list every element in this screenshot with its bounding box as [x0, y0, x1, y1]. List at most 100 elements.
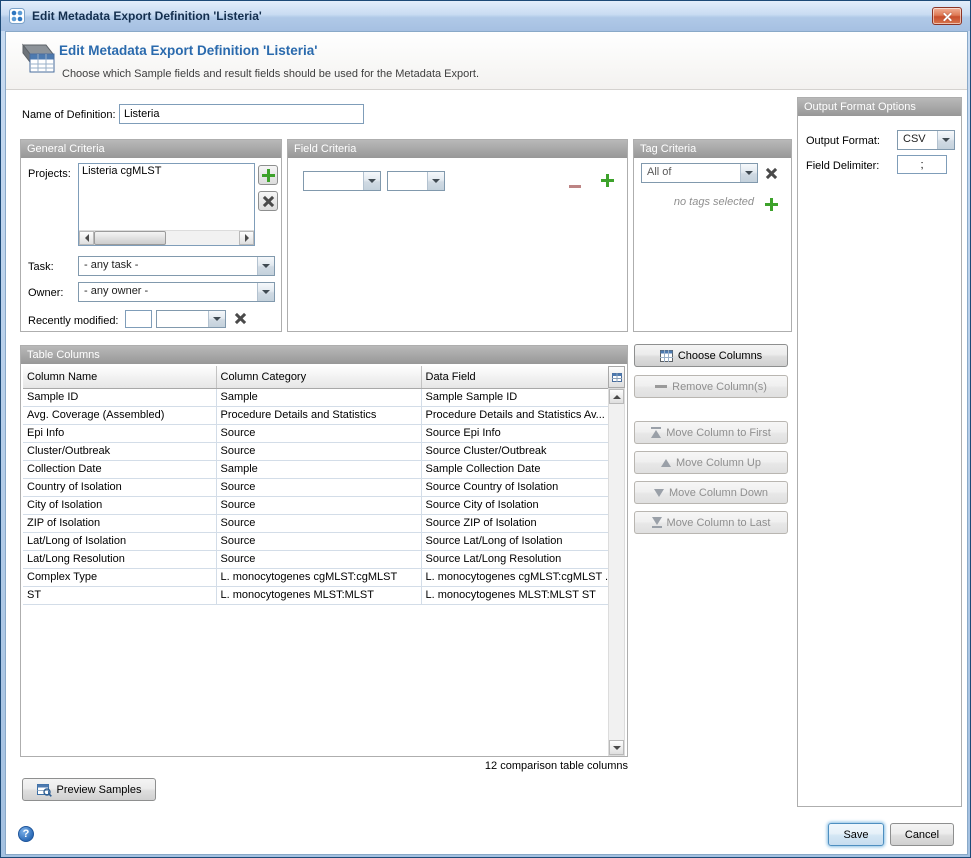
- table-cell: Epi Info: [23, 424, 216, 442]
- close-button[interactable]: [932, 7, 962, 25]
- owner-label: Owner:: [28, 287, 63, 299]
- table-cell: Source City of Isolation: [421, 496, 608, 514]
- table-cell: Collection Date: [23, 460, 216, 478]
- tag-criteria-title: Tag Criteria: [634, 140, 791, 158]
- table-cell: Source Lat/Long of Isolation: [421, 532, 608, 550]
- definition-name-input[interactable]: [119, 104, 364, 124]
- task-label: Task:: [28, 261, 54, 273]
- choose-columns-button[interactable]: Choose Columns: [634, 344, 788, 367]
- table-cell: Source Lat/Long Resolution: [421, 550, 608, 568]
- projects-list[interactable]: Listeria cgMLST: [78, 163, 255, 246]
- output-format-label: Output Format:: [806, 135, 880, 147]
- clear-recently-modified-button[interactable]: [234, 312, 247, 328]
- scroll-right-button[interactable]: [239, 231, 254, 245]
- recently-modified-input[interactable]: [125, 310, 152, 328]
- clear-projects-button[interactable]: [258, 191, 278, 211]
- table-cell: Country of Isolation: [23, 478, 216, 496]
- table-row[interactable]: ZIP of IsolationSourceSource ZIP of Isol…: [23, 514, 608, 532]
- arrow-down-icon: [654, 489, 664, 497]
- preview-icon: [37, 783, 52, 797]
- table-row[interactable]: Country of IsolationSourceSource Country…: [23, 478, 608, 496]
- metadata-export-icon: [17, 40, 57, 81]
- table-cell: Source: [216, 424, 421, 442]
- move-column-first-label: Move Column to First: [666, 427, 771, 439]
- project-list-item[interactable]: Listeria cgMLST: [79, 164, 254, 178]
- tag-mode-dropdown[interactable]: All of: [641, 163, 758, 183]
- table-columns-group: Table Columns Column Name Column Categor…: [20, 345, 628, 757]
- scroll-left-button[interactable]: [79, 231, 94, 245]
- table-row[interactable]: Cluster/OutbreakSourceSource Cluster/Out…: [23, 442, 608, 460]
- field-criteria-operator-dropdown[interactable]: [387, 171, 445, 191]
- table-row[interactable]: Complex TypeL. monocytogenes cgMLST:cgML…: [23, 568, 608, 586]
- table-cell: Sample Sample ID: [421, 388, 608, 406]
- table-cell: Source: [216, 496, 421, 514]
- table-cell: Cluster/Outbreak: [23, 442, 216, 460]
- add-project-button[interactable]: [258, 165, 278, 185]
- move-column-down-label: Move Column Down: [669, 487, 768, 499]
- owner-dropdown[interactable]: - any owner -: [78, 282, 275, 302]
- remove-columns-button[interactable]: Remove Column(s): [634, 375, 788, 398]
- scroll-down-button[interactable]: [609, 740, 624, 755]
- remove-field-criterion-button[interactable]: [569, 179, 581, 191]
- column-header-datafield[interactable]: Data Field: [421, 366, 608, 388]
- table-row[interactable]: Avg. Coverage (Assembled)Procedure Detai…: [23, 406, 608, 424]
- columns-table: Column Name Column Category Data Field S…: [23, 366, 609, 605]
- remove-columns-label: Remove Column(s): [672, 381, 767, 393]
- window-title: Edit Metadata Export Definition 'Listeri…: [32, 9, 932, 23]
- hscroll-thumb[interactable]: [94, 231, 166, 245]
- preview-samples-button[interactable]: Preview Samples: [22, 778, 156, 801]
- preview-samples-label: Preview Samples: [57, 784, 142, 796]
- table-vscrollbar[interactable]: [608, 388, 625, 756]
- field-delimiter-input[interactable]: [897, 155, 947, 174]
- add-field-criterion-button[interactable]: [601, 174, 614, 190]
- table-cell: Source Cluster/Outbreak: [421, 442, 608, 460]
- grid-icon: [612, 373, 622, 382]
- tag-mode-value: All of: [642, 164, 740, 182]
- table-row[interactable]: Lat/Long ResolutionSourceSource Lat/Long…: [23, 550, 608, 568]
- output-format-dropdown[interactable]: CSV: [897, 130, 955, 150]
- save-button[interactable]: Save: [828, 823, 884, 846]
- column-header-category[interactable]: Column Category: [216, 366, 421, 388]
- table-row[interactable]: City of IsolationSourceSource City of Is…: [23, 496, 608, 514]
- move-column-down-button[interactable]: Move Column Down: [634, 481, 788, 504]
- table-cell: L. monocytogenes cgMLST:cgMLST ...: [421, 568, 608, 586]
- move-column-last-button[interactable]: Move Column to Last: [634, 511, 788, 534]
- move-column-up-label: Move Column Up: [676, 457, 761, 469]
- table-cell: Source Epi Info: [421, 424, 608, 442]
- table-row[interactable]: Epi InfoSourceSource Epi Info: [23, 424, 608, 442]
- table-row[interactable]: STL. monocytogenes MLST:MLSTL. monocytog…: [23, 586, 608, 604]
- task-dropdown[interactable]: - any task -: [78, 256, 275, 276]
- recently-modified-unit-dropdown[interactable]: [156, 310, 226, 328]
- move-column-up-button[interactable]: Move Column Up: [634, 451, 788, 474]
- app-icon: [9, 8, 25, 24]
- output-format-value: CSV: [898, 131, 937, 149]
- chevron-down-icon: [740, 164, 757, 182]
- scroll-up-button[interactable]: [609, 389, 624, 404]
- definition-name-label: Name of Definition:: [22, 109, 116, 121]
- plus-icon: [765, 198, 778, 211]
- output-format-group: Output Format Options Output Format: CSV…: [797, 97, 962, 807]
- table-header-row: Column Name Column Category Data Field: [23, 366, 608, 388]
- table-cell: Sample ID: [23, 388, 216, 406]
- table-row[interactable]: Lat/Long of IsolationSourceSource Lat/Lo…: [23, 532, 608, 550]
- plus-icon: [601, 174, 614, 187]
- projects-hscrollbar[interactable]: [79, 230, 254, 245]
- move-column-first-button[interactable]: Move Column to First: [634, 421, 788, 444]
- table-cell: Source: [216, 478, 421, 496]
- move-column-last-label: Move Column to Last: [667, 517, 771, 529]
- help-icon[interactable]: ?: [18, 826, 34, 842]
- add-tag-button[interactable]: [765, 198, 778, 214]
- recently-modified-label: Recently modified:: [28, 315, 119, 327]
- table-config-button[interactable]: [608, 366, 625, 388]
- table-cell: L. monocytogenes cgMLST:cgMLST: [216, 568, 421, 586]
- table-row[interactable]: Collection DateSampleSample Collection D…: [23, 460, 608, 478]
- header-title: Edit Metadata Export Definition 'Listeri…: [59, 43, 317, 58]
- table-row[interactable]: Sample IDSampleSample Sample ID: [23, 388, 608, 406]
- cancel-button[interactable]: Cancel: [890, 823, 954, 846]
- title-bar[interactable]: Edit Metadata Export Definition 'Listeri…: [1, 1, 970, 31]
- clear-tags-button[interactable]: [765, 167, 778, 183]
- field-criteria-field-dropdown[interactable]: [303, 171, 381, 191]
- table-cell: Procedure Details and Statistics Av...: [421, 406, 608, 424]
- plus-icon: [262, 169, 275, 182]
- column-header-name[interactable]: Column Name: [23, 366, 216, 388]
